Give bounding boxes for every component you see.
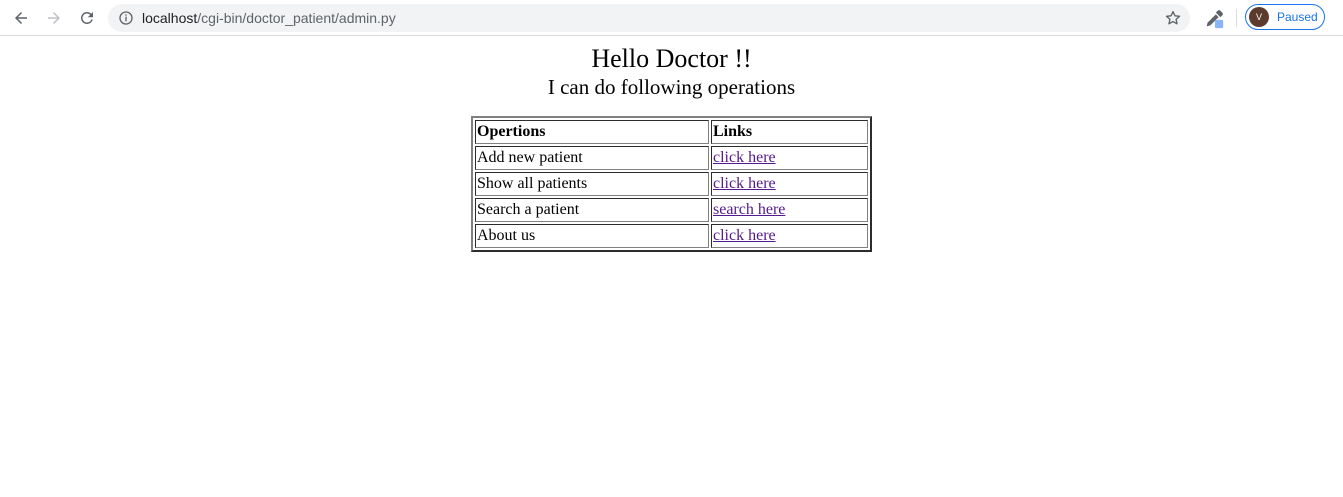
browser-toolbar: localhost/cgi-bin/doctor_patient/admin.p… bbox=[0, 0, 1343, 36]
avatar: V bbox=[1249, 7, 1269, 27]
address-bar[interactable]: localhost/cgi-bin/doctor_patient/admin.p… bbox=[108, 4, 1190, 32]
link-cell: search here bbox=[711, 198, 868, 222]
url-text: localhost/cgi-bin/doctor_patient/admin.p… bbox=[142, 10, 396, 26]
show-patients-link[interactable]: click here bbox=[713, 175, 776, 192]
eyedropper-extension-icon[interactable] bbox=[1203, 8, 1225, 30]
operation-cell: Add new patient bbox=[475, 146, 709, 170]
reload-icon bbox=[81, 11, 93, 24]
table-row: Search a patient search here bbox=[475, 198, 868, 222]
table-header-row: Opertions Links bbox=[475, 120, 868, 144]
reload-button[interactable] bbox=[75, 6, 99, 30]
table-row: About us click here bbox=[475, 224, 868, 248]
about-us-link[interactable]: click here bbox=[713, 227, 776, 244]
forward-button[interactable] bbox=[42, 6, 66, 30]
header-links: Links bbox=[711, 120, 868, 144]
toolbar-divider bbox=[1236, 9, 1237, 27]
info-icon[interactable] bbox=[118, 10, 134, 26]
link-cell: click here bbox=[711, 146, 868, 170]
profile-button[interactable]: V Paused bbox=[1245, 4, 1325, 30]
arrow-right-icon bbox=[48, 12, 60, 24]
page-subtitle: I can do following operations bbox=[547, 75, 796, 99]
operation-cell: Show all patients bbox=[475, 172, 709, 196]
link-cell: click here bbox=[711, 224, 868, 248]
bookmark-star-icon[interactable] bbox=[1164, 9, 1182, 27]
arrow-left-icon bbox=[15, 12, 27, 24]
page-content: Hello Doctor !! I can do following opera… bbox=[0, 44, 1343, 252]
search-patient-link[interactable]: search here bbox=[713, 201, 785, 218]
operation-cell: About us bbox=[475, 224, 709, 248]
table-row: Add new patient click here bbox=[475, 146, 868, 170]
back-button[interactable] bbox=[9, 6, 33, 30]
page-title: Hello Doctor !! bbox=[591, 44, 752, 73]
url-host: localhost bbox=[142, 10, 198, 26]
link-cell: click here bbox=[711, 172, 868, 196]
header-operations: Opertions bbox=[475, 120, 709, 144]
add-patient-link[interactable]: click here bbox=[713, 149, 776, 166]
url-path: /cgi-bin/doctor_patient/admin.py bbox=[197, 10, 396, 26]
operation-cell: Search a patient bbox=[475, 198, 709, 222]
operations-table: Opertions Links Add new patient click he… bbox=[471, 116, 872, 252]
table-row: Show all patients click here bbox=[475, 172, 868, 196]
profile-status: Paused bbox=[1277, 10, 1318, 24]
